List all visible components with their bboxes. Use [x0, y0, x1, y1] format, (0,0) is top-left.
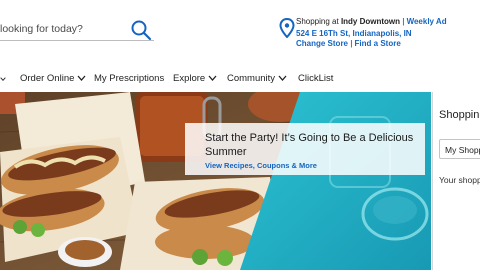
chevron-down-icon — [278, 76, 287, 82]
list-select[interactable]: My Shopp — [439, 139, 480, 159]
main-nav: Order Online My Prescriptions Explore Co… — [0, 64, 480, 92]
nav-label: My Prescriptions — [94, 73, 165, 84]
find-store-link[interactable]: Find a Store — [355, 39, 401, 48]
store-info: Shopping at Indy Downtown | Weekly Ad — [296, 17, 447, 26]
nav-label: ClickList — [298, 73, 334, 84]
site-header: looking for today? Shopping at Indy Down… — [0, 0, 480, 64]
nav-explore[interactable]: Explore — [173, 73, 217, 84]
store-links: Change Store | Find a Store — [296, 39, 401, 48]
nav-label: Order Online — [20, 73, 75, 84]
panel-title: Shoppin — [439, 109, 480, 121]
change-store-link[interactable]: Change Store — [296, 39, 348, 48]
nav-community[interactable]: Community — [227, 73, 287, 84]
hero-banner[interactable]: Start the Party! It’s Going to Be a Deli… — [0, 92, 431, 270]
location-pin-icon — [279, 18, 295, 38]
promo-link[interactable]: View Recipes, Coupons & More — [205, 161, 317, 170]
weekly-ad-link[interactable]: Weekly Ad — [407, 17, 447, 26]
chevron-down-icon[interactable] — [0, 76, 6, 82]
nav-clicklist[interactable]: ClickList — [298, 73, 333, 84]
nav-order-online[interactable]: Order Online — [20, 73, 86, 84]
promo-card: Start the Party! It’s Going to Be a Deli… — [185, 123, 425, 175]
store-name: Indy Downtown — [340, 17, 401, 26]
shopping-list-panel: Shoppin My Shopp Your shopp — [432, 92, 480, 270]
nav-label: Explore — [173, 73, 206, 84]
nav-my-prescriptions[interactable]: My Prescriptions — [94, 73, 164, 84]
panel-text: Your shopp — [439, 175, 480, 185]
store-address[interactable]: 524 E 16Th St, Indianapolis, IN — [296, 29, 412, 38]
search-input[interactable]: looking for today? — [0, 23, 83, 35]
chevron-down-icon — [208, 76, 217, 82]
hero-image — [0, 92, 431, 270]
store-prefix: Shopping at — [296, 17, 341, 26]
promo-title: Start the Party! It’s Going to Be a Deli… — [205, 132, 414, 158]
chevron-down-icon — [77, 76, 86, 82]
search-icon[interactable] — [130, 19, 152, 41]
nav-label: Community — [227, 73, 276, 84]
